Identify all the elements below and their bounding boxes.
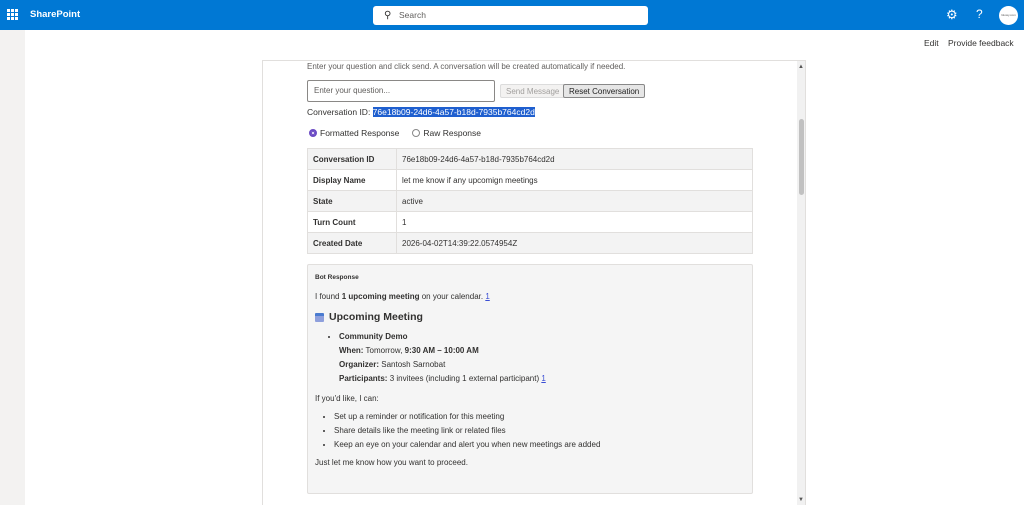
gear-icon[interactable]: ⚙ bbox=[946, 7, 958, 23]
row-value: 76e18b09-24d6-4a57-b18d-7935b764cd2d bbox=[396, 148, 753, 170]
row-value: 1 bbox=[396, 211, 753, 233]
suite-bar: SharePoint ⚲ Search ⚙ ? Glowy.com bbox=[0, 0, 1024, 30]
response-mode: Formatted Response Raw Response bbox=[309, 128, 481, 138]
closing-text: Just let me know how you want to proceed… bbox=[315, 458, 468, 467]
left-rail bbox=[0, 30, 25, 505]
radio-formatted[interactable]: Formatted Response bbox=[309, 128, 399, 138]
reset-conversation-button[interactable]: Reset Conversation bbox=[563, 84, 646, 98]
bot-response-title: Bot Response bbox=[315, 274, 359, 281]
citation-link[interactable]: 1 bbox=[541, 374, 545, 383]
radio-checked-icon bbox=[309, 129, 317, 137]
conversation-id-value[interactable]: 76e18b09-24d6-4a57-b18d-7935b764cd2d bbox=[372, 107, 535, 117]
list-item: Share details like the meeting link or r… bbox=[334, 424, 745, 438]
conversation-id-label: Conversation ID: bbox=[307, 107, 373, 117]
edit-button[interactable]: Edit bbox=[924, 38, 939, 48]
scroll-up-icon[interactable]: ▲ bbox=[798, 64, 804, 70]
conversation-details-table: Conversation ID 76e18b09-24d6-4a57-b18d-7… bbox=[307, 148, 753, 254]
row-value: active bbox=[396, 190, 753, 212]
help-icon[interactable]: ? bbox=[976, 7, 983, 21]
search-box[interactable]: ⚲ Search bbox=[373, 6, 648, 25]
row-key: State bbox=[307, 190, 397, 212]
citation-link[interactable]: 1 bbox=[485, 292, 489, 301]
conversation-id: Conversation ID: 76e18b09-24d6-4a57-b18d… bbox=[307, 107, 535, 117]
calendar-icon bbox=[315, 312, 324, 322]
table-row: Display Name let me know if any upcomign … bbox=[307, 169, 753, 191]
table-row: Turn Count 1 bbox=[307, 211, 753, 233]
row-key: Created Date bbox=[307, 232, 397, 254]
options-list: Set up a reminder or notification for th… bbox=[334, 410, 745, 452]
radio-label: Formatted Response bbox=[320, 128, 400, 138]
search-placeholder: Search bbox=[399, 10, 426, 20]
meeting-heading: Upcoming Meeting bbox=[315, 310, 745, 324]
summary: I found 1 upcoming meeting on your calen… bbox=[315, 292, 490, 301]
send-message-button[interactable]: Send Message bbox=[500, 84, 566, 98]
table-row: Created Date 2026-04-02T14:39:22.0574954Z bbox=[307, 232, 753, 254]
row-key: Display Name bbox=[307, 169, 397, 191]
list-item: Keep an eye on your calendar and alert y… bbox=[334, 438, 745, 452]
scroll-down-icon[interactable]: ▼ bbox=[798, 497, 804, 503]
list-item: Set up a reminder or notification for th… bbox=[334, 410, 745, 424]
scrollbar[interactable]: ▲ ▼ bbox=[797, 61, 805, 505]
table-row: State active bbox=[307, 190, 753, 212]
avatar[interactable]: Glowy.com bbox=[999, 6, 1018, 25]
bot-response: Bot Response I found 1 upcoming meeting … bbox=[307, 264, 753, 494]
app-name[interactable]: SharePoint bbox=[30, 9, 80, 20]
row-key: Turn Count bbox=[307, 211, 397, 233]
search-icon: ⚲ bbox=[384, 10, 392, 21]
list-item: Community Demo When: Tomorrow, 9:30 AM –… bbox=[339, 330, 745, 386]
row-key: Conversation ID bbox=[307, 148, 397, 170]
radio-unchecked-icon bbox=[412, 129, 421, 137]
scrollbar-thumb[interactable] bbox=[799, 119, 804, 195]
row-value: 2026-04-02T14:39:22.0574954Z bbox=[396, 232, 753, 254]
row-value: let me know if any upcomign meetings bbox=[396, 169, 753, 191]
table-row: Conversation ID 76e18b09-24d6-4a57-b18d-7… bbox=[307, 148, 753, 170]
intro-text: Enter your question and click send. A co… bbox=[307, 62, 626, 71]
app-launcher-icon[interactable] bbox=[7, 9, 18, 20]
radio-label: Raw Response bbox=[423, 128, 482, 138]
radio-raw[interactable]: Raw Response bbox=[412, 128, 481, 138]
bot-webpart: Enter your question and click send. A co… bbox=[262, 60, 806, 505]
question-input[interactable]: Enter your question... bbox=[307, 80, 495, 102]
provide-feedback-link[interactable]: Provide feedback bbox=[948, 38, 1014, 48]
offer-text: If you'd like, I can: bbox=[315, 394, 379, 403]
meeting-list: Community Demo When: Tomorrow, 9:30 AM –… bbox=[339, 330, 745, 386]
